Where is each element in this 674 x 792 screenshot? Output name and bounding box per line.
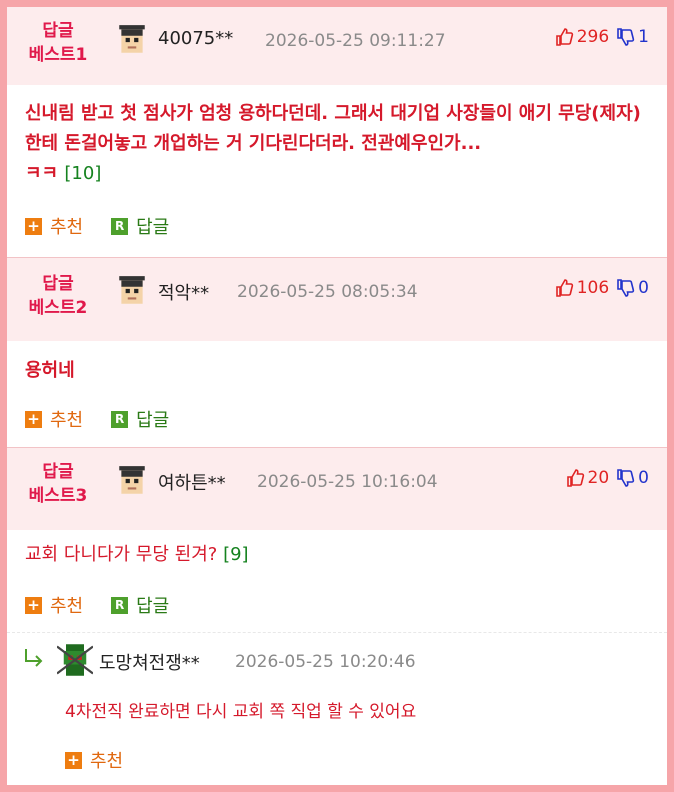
thumbs-up-count: 106 — [576, 278, 610, 298]
recommend-button[interactable]: + 추천 — [25, 213, 83, 239]
user-avatar-icon[interactable] — [115, 23, 149, 57]
comment-panel: 답글 베스트1 40075** 2026-05-25 09:11:27 296 — [0, 0, 674, 792]
comment-text: 신내림 받고 첫 점사가 엄청 용하다던데. 그래서 대기업 사장들이 애기 무… — [25, 103, 641, 184]
best-comment-2: 답글 베스트2 적악** 2026-05-25 08:05:34 106 0 용… — [7, 258, 667, 448]
comment-text: 용허네 — [25, 360, 75, 381]
reply-button[interactable]: R 답글 — [111, 406, 169, 432]
best-comment-1: 답글 베스트1 40075** 2026-05-25 09:11:27 296 — [7, 7, 667, 258]
comment-date: 2026-05-25 08:05:34 — [237, 282, 418, 302]
author-nickname[interactable]: 적악** — [158, 279, 209, 305]
plus-icon: + — [65, 751, 82, 769]
best-badge: 답글 베스트1 — [28, 21, 88, 65]
reply-comment: 도망쳐전쟁** 2026-05-25 10:20:46 4차전직 완료하면 다시… — [7, 633, 667, 783]
recommend-button[interactable]: + 추천 — [65, 747, 123, 773]
comment-header: 답글 베스트3 여하튼** 2026-05-25 10:16:04 20 0 — [7, 448, 667, 530]
thumbs-up-button[interactable]: 20 — [565, 468, 610, 488]
thumbs-up-count: 20 — [587, 468, 610, 488]
comment-date: 2026-05-25 10:20:46 — [235, 652, 416, 672]
comment-text: 4차전직 완료하면 다시 교회 쪽 직업 할 수 있어요 — [65, 702, 417, 722]
thumbs-down-icon — [617, 28, 635, 46]
thumbs-up-icon — [566, 469, 584, 487]
thumbs-down-button[interactable]: 1 — [615, 27, 649, 47]
best-badge: 답글 베스트2 — [28, 274, 88, 318]
comment-actions: + 추천 R 답글 — [25, 406, 197, 432]
reply-count[interactable]: [10] — [64, 163, 101, 184]
thumbs-down-count: 0 — [638, 468, 649, 488]
comment-header: 답글 베스트2 적악** 2026-05-25 08:05:34 106 0 — [7, 258, 667, 341]
comment-header: 답글 베스트1 40075** 2026-05-25 09:11:27 296 — [7, 7, 667, 85]
thumbs-down-button[interactable]: 0 — [615, 468, 649, 488]
thumbs-down-count: 1 — [638, 27, 649, 47]
thumbs-up-button[interactable]: 296 — [554, 27, 609, 47]
plus-icon: + — [25, 596, 42, 614]
author-nickname[interactable]: 도망쳐전쟁** — [99, 649, 200, 675]
thumbs-up-button[interactable]: 106 — [554, 278, 609, 298]
reply-count[interactable]: [9] — [223, 544, 249, 565]
reply-icon: R — [111, 217, 129, 235]
vote-counts: 296 1 — [554, 27, 649, 47]
reply-button[interactable]: R 답글 — [111, 213, 169, 239]
best-badge: 답글 베스트3 — [28, 462, 88, 506]
recommend-button[interactable]: + 추천 — [25, 406, 83, 432]
user-avatar-icon[interactable] — [115, 464, 149, 498]
reply-button[interactable]: R 답글 — [111, 592, 169, 618]
author-nickname[interactable]: 여하튼** — [158, 469, 226, 495]
plus-icon: + — [25, 217, 42, 235]
reply-arrow-icon — [25, 649, 43, 667]
comment-actions: + 추천 R 답글 — [25, 213, 197, 239]
comment-date: 2026-05-25 10:16:04 — [257, 472, 438, 492]
recommend-button[interactable]: + 추천 — [25, 592, 83, 618]
comment-text: 교회 다니다가 무당 된겨? [9] — [25, 544, 249, 565]
thumbs-up-count: 296 — [576, 27, 610, 47]
vote-counts: 20 0 — [565, 468, 649, 488]
author-nickname[interactable]: 40075** — [158, 28, 233, 49]
thumbs-down-count: 0 — [638, 278, 649, 298]
comment-date: 2026-05-25 09:11:27 — [265, 31, 446, 51]
user-avatar-icon[interactable] — [57, 642, 93, 678]
thumbs-down-button[interactable]: 0 — [615, 278, 649, 298]
thumbs-up-icon — [555, 28, 573, 46]
comment-actions: + 추천 — [65, 747, 151, 773]
best-comment-3: 답글 베스트3 여하튼** 2026-05-25 10:16:04 20 0 교… — [7, 448, 667, 633]
thumbs-up-icon — [555, 279, 573, 297]
reply-icon: R — [111, 410, 129, 428]
thumbs-down-icon — [617, 469, 635, 487]
vote-counts: 106 0 — [554, 278, 649, 298]
user-avatar-icon[interactable] — [115, 274, 149, 308]
thumbs-down-icon — [617, 279, 635, 297]
comment-actions: + 추천 R 답글 — [25, 592, 197, 618]
plus-icon: + — [25, 410, 42, 428]
reply-icon: R — [111, 596, 129, 614]
